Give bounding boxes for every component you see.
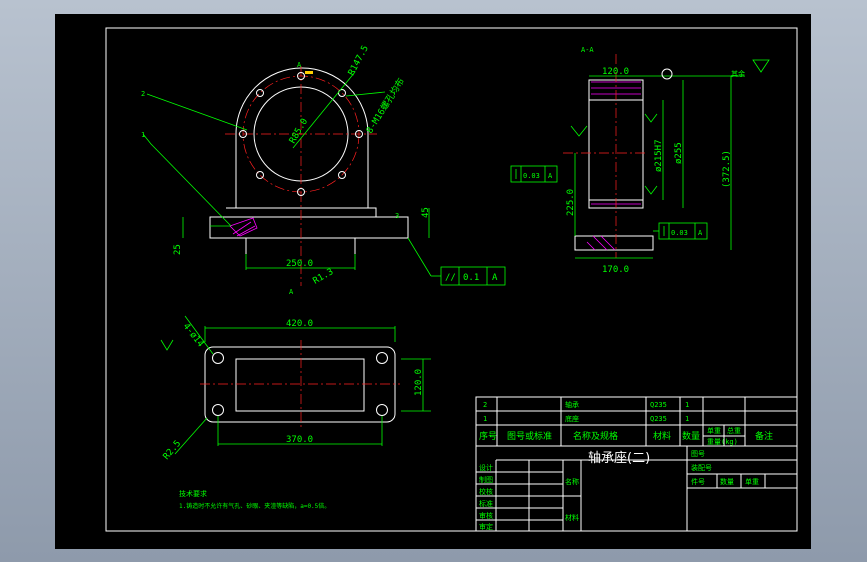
header-qty: 数量 (682, 430, 700, 442)
header-material: 材料 (653, 430, 671, 442)
holes-callout: 4-ø14 (181, 322, 206, 350)
part-no-1: 1 (483, 415, 487, 423)
bolt-hole (256, 89, 264, 97)
part-qty-1: 1 (685, 415, 689, 423)
dim-3: 3 (395, 212, 399, 220)
perp-tol-1: 0.03 (523, 172, 540, 180)
parallel-tolerance: 0.1 (463, 273, 479, 283)
name-label: 名称 (565, 477, 579, 486)
tolerance-frame-1: 0.03 A (510, 165, 558, 183)
header-remark: 备注 (755, 430, 773, 442)
section-mark-a-bottom: A (289, 288, 294, 296)
header-std: 图号或标准 (507, 430, 552, 442)
dim-225: 225.0 (566, 189, 576, 216)
header-no: 序号 (479, 430, 497, 442)
section-view: A-A 其余 120.0 170.0 225.0 ø215H7 ø255 (37… (510, 46, 770, 275)
row-label-approve: 审定 (479, 522, 493, 531)
bottom-label-weight: 单重 (745, 477, 759, 486)
part-material-2: Q235 (650, 401, 667, 409)
roughness-top-view (160, 339, 174, 351)
roughness-lower (644, 185, 658, 195)
front-view: 2 1 R147.5 R85.0 8-M16螺孔均布 A A 250.0 R1.… (141, 44, 506, 296)
parallel-symbol: // (445, 273, 456, 283)
top-view: 420.0 370.0 120.0 4-ø14 R2.5 (160, 315, 431, 462)
part-material-1: Q235 (650, 415, 667, 423)
technical-notes: 技术要求 1.铸造时不允许有气孔、砂眼、夹渣等缺陷，a=0.5倍。 (179, 489, 330, 510)
bottom-label-part: 件号 (691, 477, 705, 486)
weld-hatch (229, 217, 258, 237)
label-1: 1 (141, 131, 145, 139)
row-label-design: 设计 (479, 463, 493, 472)
inner-rectangle (235, 358, 365, 412)
parallel-tolerance-frame: // 0.1 A (440, 266, 506, 286)
part-name-1: 底座 (565, 414, 579, 423)
dim-250: 250.0 (286, 259, 313, 269)
leader-1 (142, 133, 232, 227)
section-title: A-A (581, 46, 594, 54)
perp-tol-2: 0.03 (671, 229, 688, 237)
row-label-standard: 标准 (479, 499, 493, 508)
dim-370: 370.0 (286, 435, 313, 445)
dim-420: 420.0 (286, 319, 313, 329)
material-label: 材料 (565, 513, 579, 522)
dim-25: 25 (173, 244, 183, 255)
header-total-weight: 总重 (727, 426, 741, 435)
dim-215: ø215H7 (654, 139, 664, 172)
perp-datum-2: A (698, 229, 703, 237)
header-name: 名称及规格 (573, 430, 618, 442)
row-label-review: 审核 (479, 511, 493, 520)
label-2: 2 (141, 90, 145, 98)
roughness-right (644, 113, 658, 123)
mount-hole (212, 352, 224, 364)
section-arrow (305, 71, 313, 74)
part-no-2: 2 (483, 401, 487, 409)
dim-r1-3: R1.3 (312, 267, 336, 287)
roughness-symbol (752, 59, 770, 73)
rest-note: 其余 (731, 69, 745, 78)
mount-hole (376, 404, 388, 416)
datum-circle (661, 68, 673, 80)
base-hatch (586, 235, 616, 251)
dim-r147: R147.5 (347, 44, 371, 77)
section-base (574, 235, 654, 251)
dim-45: 45 (421, 207, 431, 218)
notes-line-1: 1.铸造时不允许有气孔、砂眼、夹渣等缺陷，a=0.5倍。 (179, 502, 330, 510)
part-qty-2: 1 (685, 401, 689, 409)
tolerance-frame-2: 0.03 A (653, 222, 708, 240)
dim-120-top: 120.0 (414, 369, 424, 396)
fig-no-label: 图号 (691, 450, 705, 458)
header-unit-weight: 单重 (707, 426, 721, 435)
dim-r2-5: R2.5 (162, 439, 184, 462)
leader-holes (345, 91, 386, 97)
header-weight-unit: 重量(kg) (707, 438, 738, 446)
cad-drawing: 2 1 R147.5 R85.0 8-M16螺孔均布 A A 250.0 R1.… (105, 27, 798, 532)
mount-hole (376, 352, 388, 364)
dim-255: ø255 (674, 142, 684, 164)
part-name-2: 轴承 (565, 400, 579, 409)
parallel-datum: A (492, 273, 498, 283)
base-feet (245, 238, 356, 254)
notes-title: 技术要求 (179, 489, 207, 498)
dim-120-section: 120.0 (602, 67, 629, 77)
assembly-label: 装配号 (691, 463, 712, 472)
bottom-label-qty: 数量 (720, 477, 734, 486)
row-label-check: 校核 (479, 487, 493, 496)
perp-datum-1: A (548, 172, 553, 180)
dim-170: 170.0 (602, 265, 629, 275)
row-label-draw: 制图 (479, 475, 493, 484)
dim-372: (372.5) (722, 150, 732, 188)
drawing-title: 轴承座(二) (588, 451, 650, 466)
drawing-sheet: 2 1 R147.5 R85.0 8-M16螺孔均布 A A 250.0 R1.… (55, 14, 811, 549)
leader-2 (146, 93, 248, 131)
title-block: 2 轴承 Q235 1 1 底座 Q235 1 序号 图号或标准 名称及规格 材… (475, 396, 798, 532)
roughness-left (570, 125, 588, 137)
mount-hole (212, 404, 224, 416)
bolt-hole (256, 171, 264, 179)
leader-r147 (292, 71, 356, 149)
holes-note: 8-M16螺孔均布 (363, 76, 407, 136)
